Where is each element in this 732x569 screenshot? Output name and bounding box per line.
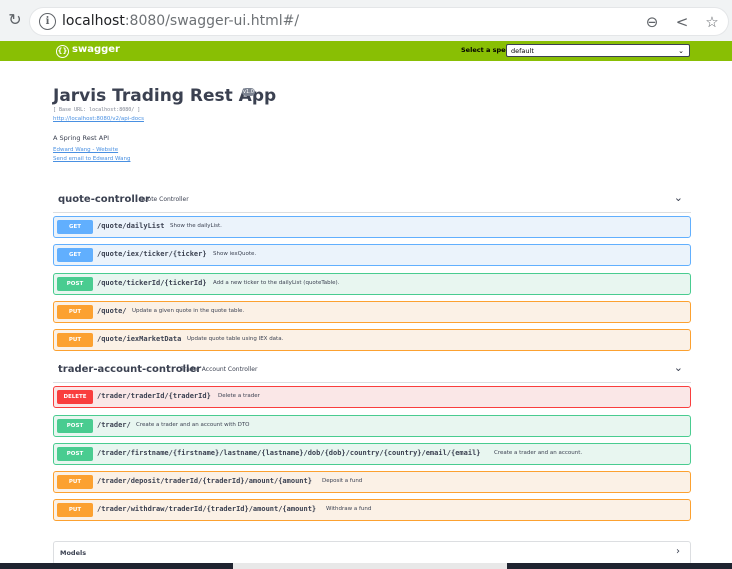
api-description: A Spring Rest API [53,134,110,142]
reload-icon[interactable]: ↻ [4,9,26,31]
operation-summary: Create a trader and an account. [494,450,583,456]
share-icon[interactable]: < [672,12,692,32]
contact-email-link[interactable]: Send email to Edward Wang [53,156,130,162]
chevron-down-icon: ⌄ [678,47,684,55]
operation-summary: Update a given quote in the quote table. [132,308,245,314]
tag-name: trader-account-controller [58,364,202,375]
chevron-down-icon[interactable]: ⌄ [674,191,683,204]
method-badge: POST [57,419,93,433]
operation-summary: Show iexQuote. [213,251,257,257]
tag-description: Trader Account Controller [181,366,258,373]
taskbar-window-item[interactable] [233,563,507,569]
operation-summary: Add a new ticker to the dailyList (quote… [213,280,340,286]
method-badge: POST [57,447,93,461]
star-icon[interactable]: ☆ [702,12,722,32]
tag-quote-controller[interactable]: quote-controller Quote Controller ⌄ [53,190,691,213]
method-badge: GET [57,220,93,234]
tag-trader-account-controller[interactable]: trader-account-controller Trader Account… [53,360,691,383]
operation-path: /quote/iexMarketData [97,335,182,343]
chevron-right-icon[interactable]: › [676,546,680,557]
operation-put-deposit[interactable]: PUT /trader/deposit/traderId/{traderId}/… [53,471,691,493]
chevron-down-icon[interactable]: ⌄ [674,361,683,374]
method-badge: GET [57,248,93,262]
spec-select-value: default [511,47,534,55]
tag-description: Quote Controller [139,196,189,203]
api-docs-link[interactable]: http://localhost:8080/v2/api-docs [53,116,144,122]
zoom-icon[interactable]: ⊖ [642,12,662,32]
operation-path: /trader/ [97,421,131,429]
operation-path: /trader/firstname/{firstname}/lastname/{… [97,449,481,457]
method-badge: POST [57,277,93,291]
operation-summary: Show the dailyList. [170,223,222,229]
method-badge: PUT [57,333,93,347]
spec-label: Select a spec [461,46,510,54]
operation-get-iex-ticker[interactable]: GET /quote/iex/ticker/{ticker} Show iexQ… [53,244,691,266]
spec-select[interactable]: default ⌄ [506,44,690,57]
swagger-logo-icon[interactable]: {} [56,45,69,58]
operation-summary: Create a trader and an account with DTO [136,422,250,428]
operation-path: /quote/dailyList [97,222,165,230]
swagger-logo-text[interactable]: swagger [72,44,120,55]
operation-delete-trader[interactable]: DELETE /trader/traderId/{traderId} Delet… [53,386,691,408]
browser-toolbar: ↻ i localhost:8080/swagger-ui.html#/ ⊖ <… [0,0,732,41]
operation-put-withdraw[interactable]: PUT /trader/withdraw/traderId/{traderId}… [53,499,691,521]
address-bar[interactable]: i localhost:8080/swagger-ui.html#/ ⊖ < ☆ [30,8,728,35]
method-badge: PUT [57,503,93,517]
info-icon[interactable]: i [39,13,56,30]
operation-path: /quote/tickerId/{tickerId} [97,279,207,287]
models-title: Models [60,549,87,557]
operation-summary: Deposit a fund [322,478,363,484]
operation-post-trader-params[interactable]: POST /trader/firstname/{firstname}/lastn… [53,443,691,465]
operation-post-ticker-id[interactable]: POST /quote/tickerId/{tickerId} Add a ne… [53,273,691,295]
operation-get-daily-list[interactable]: GET /quote/dailyList Show the dailyList. [53,216,691,238]
operation-path: /quote/ [97,307,127,315]
url-path: :8080/swagger-ui.html#/ [124,13,300,29]
models-section[interactable]: Models › [53,541,691,565]
operation-post-trader-dto[interactable]: POST /trader/ Create a trader and an acc… [53,415,691,437]
url-text[interactable]: localhost:8080/swagger-ui.html#/ [62,13,299,29]
tag-name: quote-controller [58,194,150,205]
operation-put-quote[interactable]: PUT /quote/ Update a given quote in the … [53,301,691,323]
base-url: [ Base URL: localhost:8080/ ] [53,107,141,113]
operation-summary: Update quote table using IEX data. [187,336,284,342]
method-badge: PUT [57,475,93,489]
url-host: localhost [62,13,125,29]
swagger-topbar: {} swagger Select a spec default ⌄ [0,41,732,61]
method-badge: PUT [57,305,93,319]
operation-path: /trader/deposit/traderId/{traderId}/amou… [97,477,312,485]
operation-path: /trader/withdraw/traderId/{traderId}/amo… [97,505,317,513]
method-badge: DELETE [57,390,93,404]
operation-summary: Delete a trader [218,393,260,399]
version-badge: v1.0 [242,88,255,96]
operation-put-iex-market-data[interactable]: PUT /quote/iexMarketData Update quote ta… [53,329,691,351]
contact-website-link[interactable]: Edward Wang - Website [53,147,118,153]
operation-path: /quote/iex/ticker/{ticker} [97,250,207,258]
operation-path: /trader/traderId/{traderId} [97,392,211,400]
operation-summary: Withdraw a fund [326,506,372,512]
